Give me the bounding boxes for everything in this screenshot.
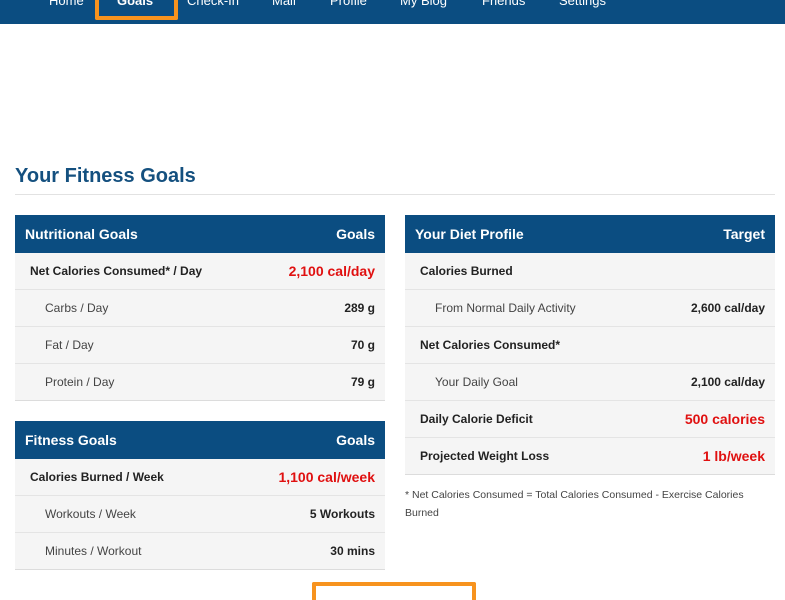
row-label: Calories Burned / Week <box>30 470 164 484</box>
fitness-goals-column: Goals <box>336 432 375 448</box>
table-row: Minutes / Workout 30 mins <box>15 533 385 570</box>
nutritional-goals-panel: Nutritional Goals Goals Net Calories Con… <box>15 215 385 401</box>
nav-my-blog[interactable]: My Blog <box>400 0 447 11</box>
row-label: From Normal Daily Activity <box>435 301 576 315</box>
nav-check-in[interactable]: Check-In <box>187 0 239 11</box>
row-value: 2,100 cal/day <box>288 263 375 279</box>
row-label: Minutes / Workout <box>45 544 142 558</box>
row-value: 5 Workouts <box>309 507 375 521</box>
table-row: Workouts / Week 5 Workouts <box>15 496 385 533</box>
row-label: Workouts / Week <box>45 507 136 521</box>
row-value: 1 lb/week <box>702 448 765 464</box>
table-row: From Normal Daily Activity 2,600 cal/day <box>405 290 775 327</box>
diet-profile-header: Your Diet Profile Target <box>405 215 775 253</box>
nav-friends[interactable]: Friends <box>482 0 525 11</box>
table-row: Calories Burned / Week 1,100 cal/week <box>15 459 385 496</box>
nav-settings[interactable]: Settings <box>559 0 606 11</box>
bottom-button-highlight[interactable] <box>312 582 476 600</box>
row-label: Carbs / Day <box>45 301 109 315</box>
nav-home[interactable]: Home <box>49 0 84 11</box>
row-value: 30 mins <box>330 544 375 558</box>
table-row: Calories Burned <box>405 253 775 290</box>
row-value: 1,100 cal/week <box>278 469 375 485</box>
nav-mail[interactable]: Mail <box>272 0 296 11</box>
row-label: Protein / Day <box>45 375 115 389</box>
row-value: 70 g <box>350 338 375 352</box>
nutritional-goals-column: Goals <box>336 226 375 242</box>
fitness-goals-header: Fitness Goals Goals <box>15 421 385 459</box>
title-divider <box>15 194 775 195</box>
table-row: Fat / Day 70 g <box>15 327 385 364</box>
nav-profile[interactable]: Profile <box>330 0 367 11</box>
row-value: 2,600 cal/day <box>690 301 765 315</box>
row-value: 2,100 cal/day <box>690 375 765 389</box>
diet-profile-panel: Your Diet Profile Target Calories Burned… <box>405 215 775 475</box>
row-label: Your Daily Goal <box>435 375 518 389</box>
fitness-goals-title: Fitness Goals <box>25 432 117 448</box>
row-value: 500 calories <box>684 411 765 427</box>
goals-tab-highlight <box>95 0 178 20</box>
row-label: Fat / Day <box>45 338 94 352</box>
diet-profile-title: Your Diet Profile <box>415 226 524 242</box>
row-label: Daily Calorie Deficit <box>420 412 533 426</box>
nutritional-goals-title: Nutritional Goals <box>25 226 138 242</box>
row-label: Net Calories Consumed* <box>420 338 561 352</box>
fitness-goals-panel: Fitness Goals Goals Calories Burned / We… <box>15 421 385 570</box>
row-label: Net Calories Consumed* / Day <box>30 264 203 278</box>
row-value: 79 g <box>350 375 375 389</box>
diet-profile-column: Target <box>723 226 765 242</box>
row-value: 289 g <box>344 301 375 315</box>
page-title: Your Fitness Goals <box>15 165 196 187</box>
table-row: Your Daily Goal 2,100 cal/day <box>405 364 775 401</box>
table-row: Protein / Day 79 g <box>15 364 385 401</box>
row-label: Projected Weight Loss <box>420 449 550 463</box>
table-row: Net Calories Consumed* / Day 2,100 cal/d… <box>15 253 385 290</box>
table-row: Projected Weight Loss 1 lb/week <box>405 438 775 475</box>
table-row: Carbs / Day 289 g <box>15 290 385 327</box>
row-label: Calories Burned <box>420 264 513 278</box>
footnote: * Net Calories Consumed = Total Calories… <box>405 489 744 519</box>
table-row: Net Calories Consumed* <box>405 327 775 364</box>
table-row: Daily Calorie Deficit 500 calories <box>405 401 775 438</box>
nutritional-goals-header: Nutritional Goals Goals <box>15 215 385 253</box>
